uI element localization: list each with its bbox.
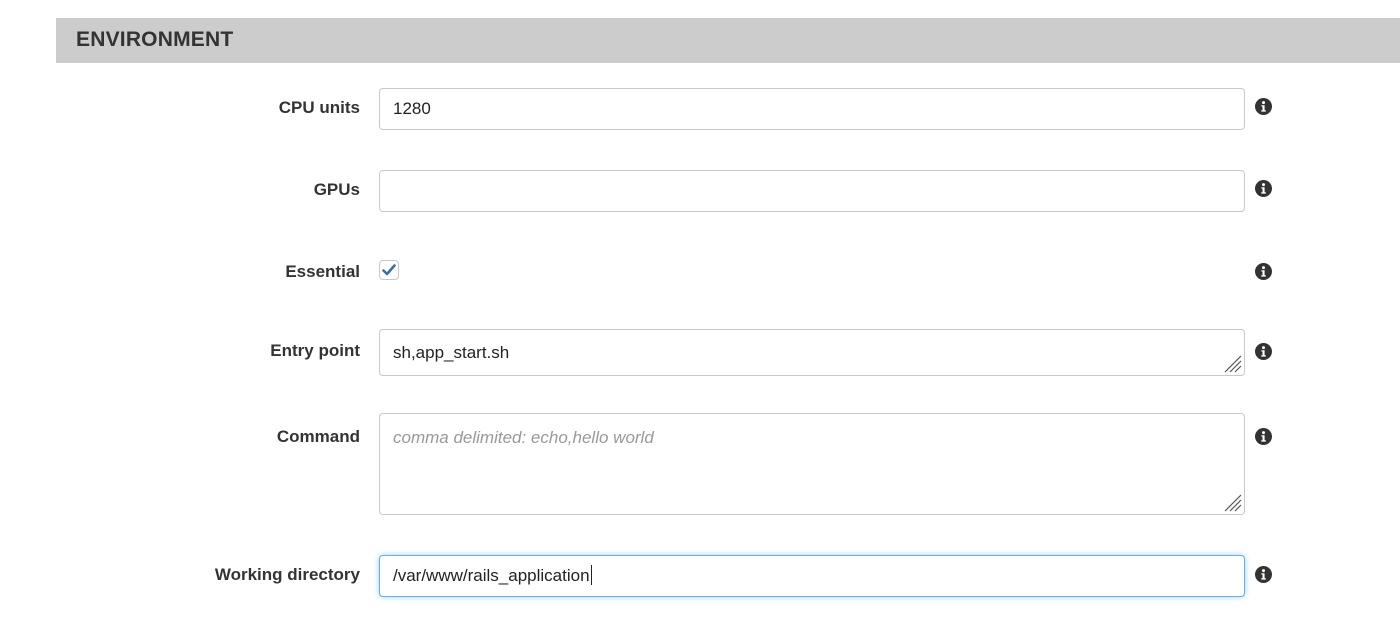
text-caret <box>590 564 592 585</box>
entry-point-label: Entry point <box>270 341 360 360</box>
info-icon[interactable] <box>1255 566 1272 583</box>
cpu-units-value: 1280 <box>393 99 431 118</box>
working-directory-label: Working directory <box>214 565 360 584</box>
entry-point-value: sh,app_start.sh <box>393 343 510 362</box>
command-textarea[interactable]: comma delimited: echo,hello world <box>379 413 1245 515</box>
working-directory-value: /var/www/rails_application <box>393 566 590 585</box>
gpus-input[interactable] <box>379 170 1245 212</box>
cpu-units-label: CPU units <box>278 98 360 117</box>
working-directory-input[interactable]: /var/www/rails_application <box>379 555 1245 597</box>
resize-handle-icon[interactable] <box>1220 351 1242 373</box>
info-icon[interactable] <box>1255 343 1272 360</box>
info-icon[interactable] <box>1255 428 1272 445</box>
info-icon[interactable] <box>1255 98 1272 115</box>
essential-checkbox[interactable] <box>379 260 399 280</box>
entry-point-textarea[interactable]: sh,app_start.sh <box>379 329 1245 376</box>
command-label: Command <box>276 427 360 446</box>
command-placeholder: comma delimited: echo,hello world <box>393 428 654 447</box>
section-header: ENVIRONMENT <box>56 18 1400 63</box>
gpus-label: GPUs <box>313 180 360 199</box>
environment-panel: ENVIRONMENT CPU units 1280 GPUs Essentia… <box>0 0 1400 637</box>
essential-label: Essential <box>285 262 360 281</box>
info-icon[interactable] <box>1255 180 1272 197</box>
resize-handle-icon[interactable] <box>1220 490 1242 512</box>
section-title: ENVIRONMENT <box>76 28 234 51</box>
info-icon[interactable] <box>1255 263 1272 280</box>
checkmark-icon <box>382 264 396 276</box>
cpu-units-input[interactable]: 1280 <box>379 88 1245 130</box>
